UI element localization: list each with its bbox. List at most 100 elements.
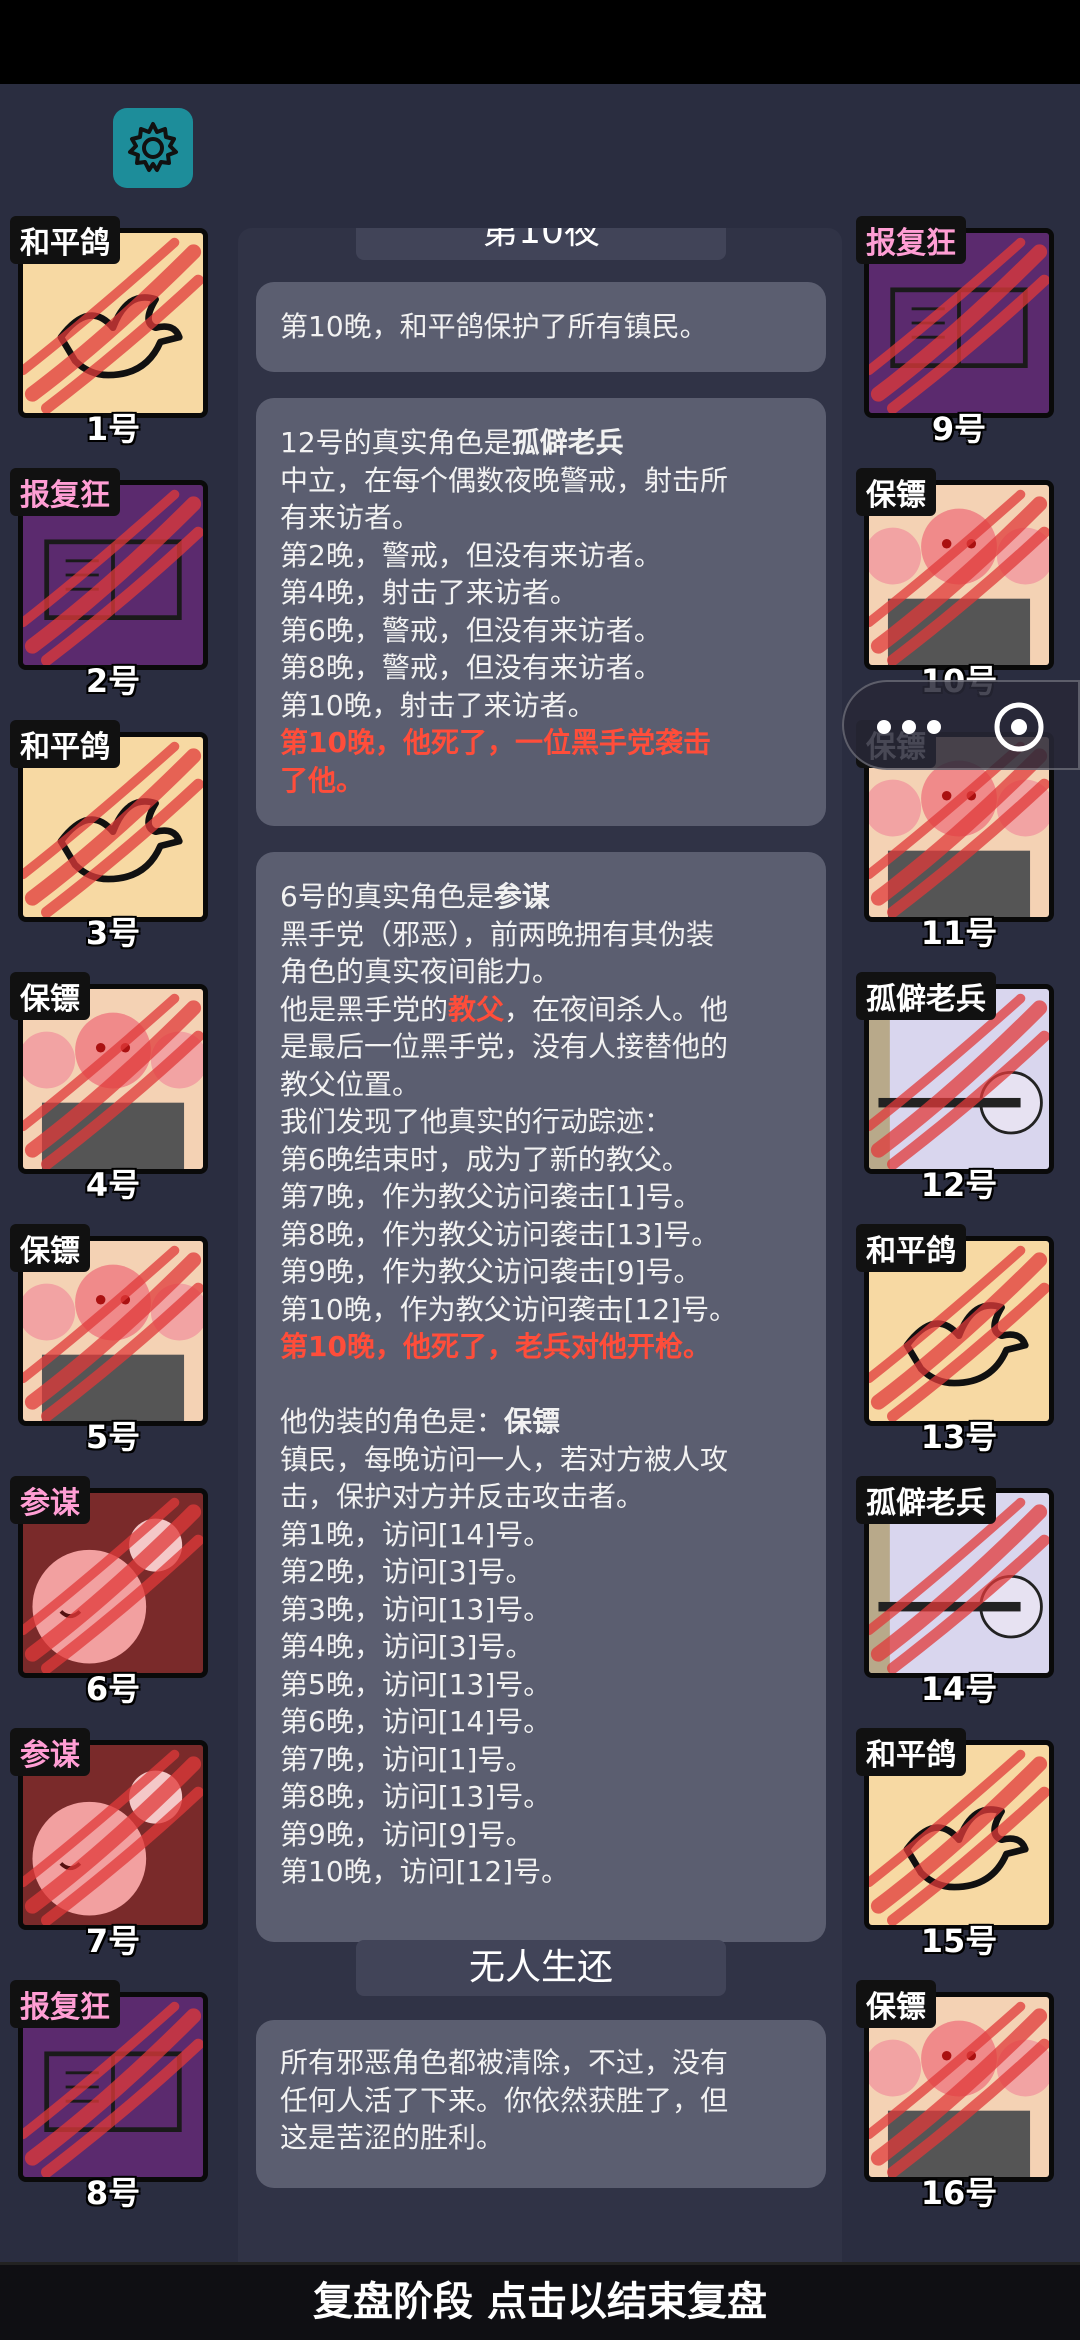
player-number: 16号 [920,2174,998,2212]
godfather-line: 他是黑手党的教父，在夜间杀人。他 [280,991,802,1029]
disguise-line: 他伪装的角色是：保镖 [280,1403,802,1441]
log-line: 这是苦涩的胜利。 [280,2121,505,2154]
log-line: 第10晚，访问[12]号。 [280,1855,570,1888]
log-line: 第4晚，访问[3]号。 [280,1630,534,1663]
player-card[interactable]: 参谋 7号 [10,1728,208,1960]
log-lines: 黑手党（邪恶），前两晚拥有其伪装 角色的真实夜间能力。 [280,916,802,991]
log-line: 我们发现了他真实的行动踪迹： [280,1105,673,1138]
target-icon[interactable] [992,700,1046,754]
player-card[interactable]: 参谋 6号 [10,1476,208,1708]
log-lines: 中立，在每个偶数夜晚警戒，射击所 有来访者。第2晚，警戒，但没有来访者。 第4晚，射… [280,462,802,725]
log-card-result: 所有邪恶角色都被清除，不过，没有 任何人活了下来。你依然获胜了，但 这是苦涩的胜利。 [256,2020,826,2188]
player-number: 9号 [931,410,987,448]
player-role-label: 参谋 [10,1476,90,1524]
player-number: 7号 [85,1922,141,1960]
review-log-panel[interactable]: 第10夜 第10晚，和平鸽保护了所有镇民。 12号的真实角色是孤僻老兵 中立，在… [238,228,842,2288]
player-card[interactable]: 和平鸽 3号 [10,720,208,952]
log-line: 第6晚，访问[14]号。 [280,1705,552,1738]
end-review-button[interactable]: 复盘阶段 点击以结束复盘 [0,2262,1080,2340]
player-role-label: 孤僻老兵 [856,1476,996,1524]
log-line: 角色的真实夜间能力。 [280,955,561,988]
player-role-label: 保镖 [10,972,90,1020]
player-card[interactable]: 孤僻老兵 14号 [856,1476,1054,1708]
role-name: 孤僻老兵 [511,426,624,459]
player-card[interactable]: 报复狂 9号 [856,216,1054,448]
godfather-post: ，在夜间杀人。他 [504,992,729,1026]
player-role-label: 和平鸽 [10,216,120,264]
player-role-label: 和平鸽 [10,720,120,768]
log-line: 任何人活了下来。你依然获胜了，但 [280,2083,729,2117]
log-card-peace: 第10晚，和平鸽保护了所有镇民。 [256,282,826,372]
log-line: 第4晚，射击了来访者。 [280,576,578,609]
player-role-label: 保镖 [856,468,936,516]
player-number: 12号 [920,1166,998,1204]
role-reveal-intro: 6号的真实角色是 [280,880,494,913]
player-card[interactable]: 报复狂 2号 [10,468,208,700]
log-line: 第10晚，作为教父访问袭击[12]号。 [280,1292,738,1326]
log-line: 第1晚，访问[14]号。 [280,1517,552,1551]
player-number: 14号 [920,1670,998,1708]
player-role-label: 保镖 [10,1224,90,1272]
log-line: 所有邪恶角色都被清除，不过，没有 [280,2046,729,2079]
log-line: 有来访者。 [280,501,421,534]
player-role-label: 和平鸽 [856,1224,966,1272]
log-line: 击，保护对方并反击攻击者。 [280,1480,645,1513]
player-number: 1号 [85,410,141,448]
player-number: 3号 [85,914,141,952]
log-line: 第2晚，警戒，但没有来访者。 [280,538,662,572]
death-line-cont: 了他。 [280,763,365,797]
gear-icon [128,122,178,172]
disguise-intro: 他伪装的角色是： [280,1405,505,1438]
log-line: 中立，在每个偶数夜晚警戒，射击所 [280,463,729,497]
player-card[interactable]: 保镖 16号 [856,1980,1054,2212]
log-card-player-12: 12号的真实角色是孤僻老兵 中立，在每个偶数夜晚警戒，射击所 有来访者。第2晚，警… [256,398,826,826]
log-line: 第2晚，访问[3]号。 [280,1555,534,1588]
player-role-label: 报复狂 [856,216,966,264]
status-bar [0,0,1080,84]
death-line: 第10晚，他死了，一位黑手党袭击 [280,726,711,759]
godfather-pre: 他是黑手党的 [280,992,449,1026]
player-card[interactable]: 报复狂 8号 [10,1980,208,2212]
log-line: 第10晚，射击了来访者。 [280,688,596,722]
result-heading: 无人生还 [356,1940,726,1996]
player-card[interactable]: 孤僻老兵 12号 [856,972,1054,1204]
player-number: 5号 [85,1418,141,1456]
player-card[interactable]: 保镖 4号 [10,972,208,1204]
log-line: 第8晚，访问[13]号。 [280,1780,552,1813]
log-line: 第8晚，作为教父访问袭击[13]号。 [280,1217,720,1251]
log-line: 第6晚，警戒，但没有来访者。 [280,613,662,647]
night-heading: 第10夜 [356,228,726,260]
log-lines: 镇民，每晚访问一人，若对方被人攻 击，保护对方并反击攻击者。 第1晚，访问[14]号… [280,1441,802,1891]
player-role-label: 报复狂 [10,1980,120,2028]
player-role-label: 参谋 [10,1728,90,1776]
role-reveal-intro: 12号的真实角色是 [280,426,512,459]
log-line: 是最后一位黑手党，没有人接替他的 [280,1030,729,1063]
player-number: 8号 [85,2174,141,2212]
player-card[interactable]: 和平鸽 13号 [856,1224,1054,1456]
player-card[interactable]: 保镖 10号 [856,468,1054,700]
log-line: 第3晚，访问[13]号。 [280,1592,552,1626]
disguise-role: 保镖 [504,1405,561,1438]
godfather-word: 教父 [448,992,505,1026]
log-line: 第8晚，警戒，但没有来访者。 [280,651,662,684]
player-number: 6号 [85,1670,141,1708]
log-line: 第6晚结束时，成为了新的教父。 [280,1142,690,1176]
player-card[interactable]: 保镖 5号 [10,1224,208,1456]
player-number: 4号 [85,1166,141,1204]
player-card[interactable]: 和平鸽 15号 [856,1728,1054,1960]
log-line: 镇民，每晚访问一人，若对方被人攻 [280,1442,729,1476]
more-dots-icon[interactable] [874,712,944,742]
role-reveal-line: 12号的真实角色是孤僻老兵 [280,424,802,462]
log-card-player-6: 6号的真实角色是参谋 黑手党（邪恶），前两晚拥有其伪装 角色的真实夜间能力。 他是… [256,852,826,1942]
log-line: 第7晚，作为教父访问袭击[1]号。 [280,1180,702,1213]
player-number: 11号 [920,914,998,952]
log-line: 黑手党（邪恶），前两晚拥有其伪装 [280,917,715,951]
log-line: 第7晚，访问[1]号。 [280,1742,534,1776]
settings-button[interactable] [113,108,193,188]
player-role-label: 保镖 [856,1980,936,2028]
log-lines: 所有邪恶角色都被清除，不过，没有 任何人活了下来。你依然获胜了，但 这是苦涩的胜利。 [280,2044,802,2157]
player-role-label: 和平鸽 [856,1728,966,1776]
log-lines: 是最后一位黑手党，没有人接替他的 教父位置。 我们发现了他真实的行动踪迹： 第6晚结束… [280,1028,802,1328]
player-card[interactable]: 和平鸽 1号 [10,216,208,448]
